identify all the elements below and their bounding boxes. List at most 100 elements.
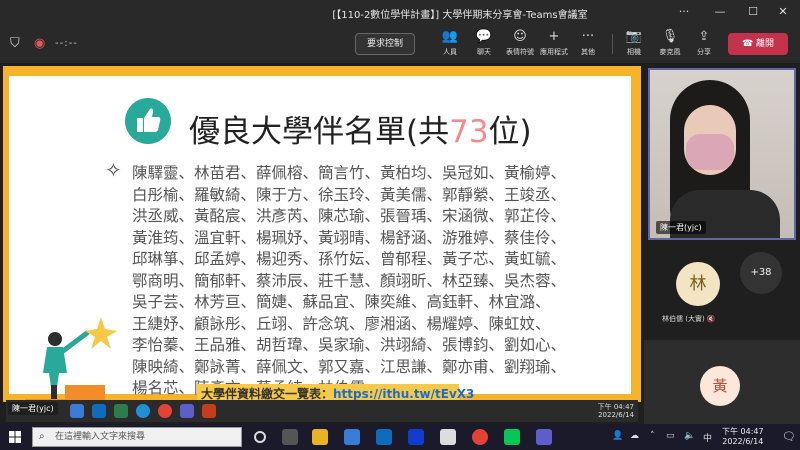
presenter-taskbar: 下午 04:47 2022/6/14	[6, 400, 638, 422]
face-mask	[686, 134, 734, 170]
slide-frame: 優良大學伴名單(共73位) ✧ 陳驛靈、林苗君、薛佩榕、簡言竹、黃柏均、吳冠如、…	[3, 66, 641, 411]
phone-icon: ☎	[741, 39, 757, 49]
name-line: 黃淮筠、溫宜軒、楊珮妤、黃翊晴、楊舒涵、游雅婷、蔡佳伶、	[132, 228, 567, 247]
meeting-toolbar: ⛉ ◉ --:-- 要求控制 👥 人員 💬 聊天 ☺ 表情符號 + 應用程式 ·…	[0, 24, 800, 64]
slide-title-count: 73	[449, 114, 489, 150]
mic-muted-icon: 🔇	[704, 315, 716, 323]
toolbar-divider	[612, 34, 613, 54]
chat-icon: 💬	[475, 29, 493, 44]
meeting-timer: --:--	[55, 38, 78, 49]
system-date: 2022/6/14	[722, 437, 764, 446]
record-icon: ◉	[34, 36, 46, 51]
share-icon: ⇪	[698, 29, 710, 44]
people-button[interactable]: 👥 人員	[432, 28, 468, 62]
participant-tile[interactable]: 黃	[644, 340, 800, 424]
chat-label: 聊天	[477, 48, 491, 56]
share-label: 分享	[697, 48, 711, 56]
line-icon[interactable]	[504, 429, 520, 445]
store-icon[interactable]	[344, 429, 360, 445]
sparkle-icon: ✧	[105, 158, 122, 182]
notification-icon[interactable]: 🗨	[782, 430, 796, 443]
name-line: 白彤榆、羅敏綺、陳于方、徐玉玲、黃美儒、郭靜縈、王竣丞、	[132, 185, 567, 204]
avatar: 黃	[700, 366, 740, 406]
name-line: 鄂商明、簡郁軒、蔡沛辰、莊千慧、顏翊昕、林亞臻、吳杰蓉、	[132, 271, 567, 290]
people-tray-icon[interactable]: 👤	[612, 431, 623, 441]
video-name-label: 陳一君(yjc)	[656, 221, 706, 234]
app-icon[interactable]	[440, 429, 456, 445]
apps-button[interactable]: + 應用程式	[536, 28, 572, 62]
presenter-time: 下午 04:47	[597, 403, 634, 411]
weather-icon[interactable]: ☁	[630, 431, 639, 441]
submission-link[interactable]: https://ithu.tw/tEvX3	[333, 387, 474, 401]
name-line: 吳子芸、林芳亘、簡婕、蘇品宜、陳奕維、高鈺軒、林宜潞、	[132, 293, 551, 311]
reactions-label: 表情符號	[506, 48, 534, 56]
search-icon: ⌕	[39, 431, 45, 442]
participant-name-text: 林伯儒 (大實)	[662, 315, 705, 323]
slide-title: 優良大學伴名單(共73位)	[189, 106, 532, 151]
presenter-clock: 下午 04:47 2022/6/14	[598, 403, 634, 419]
avatar: 林	[676, 262, 720, 306]
windows-start-icon[interactable]	[9, 431, 21, 443]
reaction-icon: ☺	[513, 29, 527, 44]
thumbs-up-icon	[125, 98, 171, 144]
more-actions-button[interactable]: ··· 其他	[570, 28, 606, 62]
name-line: 陳映綺、鄭詠菁、薛佩文、郭又嘉、江思謙、鄭亦甫、劉翔瑜、	[132, 357, 567, 376]
file-explorer-icon[interactable]	[312, 429, 328, 445]
apps-label: 應用程式	[540, 48, 568, 56]
system-time: 下午 04:47	[722, 427, 764, 436]
more-participants-button[interactable]: +38	[740, 252, 782, 294]
share-button[interactable]: ⇪ 分享	[686, 28, 722, 62]
mic-label: 麥克風	[659, 48, 681, 56]
shared-screen: 優良大學伴名單(共73位) ✧ 陳驛靈、林苗君、薛佩榕、簡言竹、黃柏均、吳冠如、…	[0, 64, 644, 424]
volume-icon[interactable]: 🔈	[684, 431, 695, 441]
camera-button[interactable]: 📷 相機	[616, 28, 652, 62]
shield-icon[interactable]: ⛉	[10, 36, 20, 51]
success-figure-illustration	[17, 311, 137, 411]
xbox-icon	[114, 404, 128, 418]
windows-taskbar: ⌕ 在這裡輸入文字來搜尋 👤 ☁ ˄ ▭ 🔈 中 下午 04:47 2022/6…	[0, 424, 800, 450]
edge-icon	[136, 404, 150, 418]
leave-label: 離開	[756, 39, 775, 49]
slide-title-suffix: 位)	[488, 114, 532, 150]
slide-title-prefix: 優良大學伴名單(共	[189, 114, 450, 150]
ime-indicator[interactable]: 中	[703, 431, 712, 444]
taskbar-search-input[interactable]: ⌕ 在這裡輸入文字來搜尋	[32, 427, 242, 447]
chrome-icon	[158, 404, 172, 418]
more-options-icon[interactable]: ···	[664, 0, 704, 24]
participant-name: 林伯儒 (大實) 🔇	[662, 314, 742, 324]
network-icon[interactable]: ▭	[666, 431, 675, 441]
banner-label: 大學伴資料繳交一覽表：	[201, 387, 334, 401]
teams-icon	[180, 404, 194, 418]
disney-plus-icon[interactable]	[408, 429, 424, 445]
people-icon: 👥	[441, 29, 459, 44]
apps-icon: +	[548, 29, 560, 44]
system-clock[interactable]: 下午 04:47 2022/6/14	[722, 427, 764, 447]
mic-icon: 🎙	[661, 29, 679, 44]
name-line: 邱琳箏、邱孟婷、楊迎秀、孫竹妘、曾郁程、黃子芯、黃虹毓、	[132, 250, 567, 268]
mail-icon[interactable]	[376, 429, 392, 445]
teams-icon[interactable]	[536, 429, 552, 445]
chevron-up-icon[interactable]: ˄	[650, 431, 655, 441]
presenter-date: 2022/6/14	[598, 411, 634, 419]
name-list: 陳驛靈、林苗君、薛佩榕、簡言竹、黃柏均、吳冠如、黃榆婷、 白彤榆、羅敏綺、陳于方…	[132, 163, 602, 400]
camera-icon: 📷	[625, 29, 643, 44]
powerpoint-icon	[202, 404, 216, 418]
task-view-icon[interactable]	[282, 429, 298, 445]
camera-label: 相機	[627, 48, 641, 56]
close-window-button[interactable]: ✕	[763, 0, 800, 24]
cortana-icon[interactable]	[254, 431, 266, 443]
name-line: 陳驛靈、林苗君、薛佩榕、簡言竹、黃柏均、吳冠如、黃榆婷、	[132, 164, 567, 182]
more-icon: ···	[581, 29, 595, 44]
search-placeholder: 在這裡輸入文字來搜尋	[55, 432, 146, 442]
participant-tile[interactable]: 林 林伯儒 (大實) 🔇	[662, 258, 734, 336]
participant-video[interactable]: 陳一君(yjc)	[648, 68, 796, 240]
mail-icon	[92, 404, 106, 418]
request-control-button[interactable]: 要求控制	[355, 33, 415, 55]
mic-button[interactable]: 🎙 麥克風	[652, 28, 688, 62]
reactions-button[interactable]: ☺ 表情符號	[502, 28, 538, 62]
leave-button[interactable]: ☎ 離開	[728, 33, 788, 55]
window-title: [【110-2數位學伴計畫】] 大學伴期末分享會-Teams會議室	[332, 10, 588, 21]
chat-button[interactable]: 💬 聊天	[466, 28, 502, 62]
chrome-icon[interactable]	[472, 429, 488, 445]
name-line: 李怡蓁、王品雅、胡哲瑋、吳家瑜、洪翊綺、張博鈞、劉如心、	[132, 336, 567, 354]
